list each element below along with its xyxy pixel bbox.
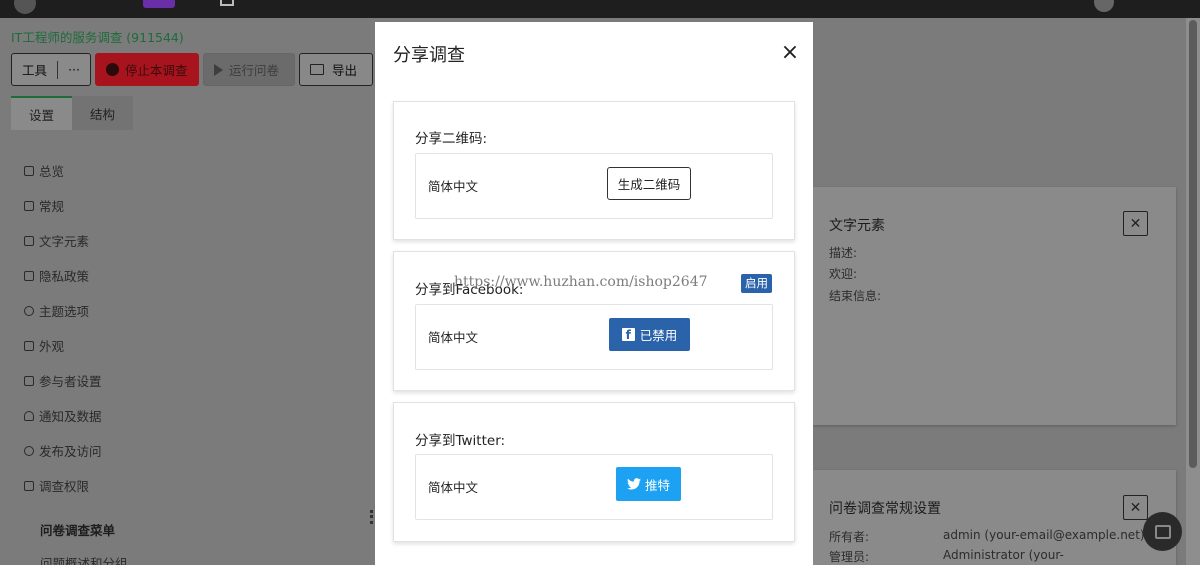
survey-title[interactable]: IT工程师的服务调查 (911544) bbox=[11, 27, 184, 46]
help-chat-button[interactable] bbox=[1143, 512, 1182, 551]
users-icon bbox=[24, 375, 34, 386]
sidebar-item-publication[interactable]: 发布及访问 bbox=[24, 441, 102, 460]
field-end-message: 结束信息: bbox=[829, 289, 882, 303]
sidebar-item-label: 文字元素 bbox=[39, 234, 90, 249]
stop-icon bbox=[106, 63, 119, 76]
chat-icon bbox=[1154, 524, 1171, 539]
generate-qr-button[interactable]: 生成二维码 bbox=[607, 167, 691, 200]
sidebar-item-label: 外观 bbox=[39, 339, 65, 354]
nav-active-indicator[interactable] bbox=[143, 0, 175, 8]
sidebar-item-text-elements[interactable]: 文字元素 bbox=[24, 231, 89, 250]
page-scrollbar[interactable] bbox=[1186, 18, 1200, 565]
sidebar-item-question-groups[interactable]: 问题概述和分组 bbox=[40, 553, 128, 565]
share-twitter-card: 分享到Twitter: 简体中文 推特 bbox=[393, 402, 795, 542]
share-facebook-row: 简体中文 f 已禁用 bbox=[415, 304, 773, 370]
enable-badge[interactable]: 启用 bbox=[741, 274, 772, 293]
sidebar-item-notifications[interactable]: 通知及数据 bbox=[24, 406, 102, 425]
sidebar-item-privacy[interactable]: 隐私政策 bbox=[24, 266, 89, 285]
twitter-share-button[interactable]: 推特 bbox=[616, 467, 681, 501]
sidebar-item-label: 总览 bbox=[39, 164, 65, 179]
tab-settings[interactable]: 设置 bbox=[11, 96, 73, 130]
sidebar-item-label: 调查权限 bbox=[39, 479, 90, 494]
bell-icon bbox=[24, 410, 34, 421]
facebook-disabled-button[interactable]: f 已禁用 bbox=[609, 318, 690, 351]
export-button[interactable]: 导出 bbox=[299, 53, 373, 86]
toolbar-divider bbox=[57, 60, 59, 79]
user-avatar[interactable] bbox=[1094, 0, 1114, 12]
run-survey-label: 运行问卷 bbox=[229, 63, 280, 78]
contrast-icon bbox=[24, 305, 34, 316]
admin-value: Administrator (your- bbox=[943, 548, 1064, 562]
sidebar-item-label: 主题选项 bbox=[39, 304, 90, 319]
sidebar-item-general[interactable]: 常规 bbox=[24, 196, 64, 215]
sidebar-item-label: 参与者设置 bbox=[39, 374, 102, 389]
play-icon bbox=[214, 63, 223, 76]
scrollbar-thumb[interactable] bbox=[1189, 20, 1197, 468]
facebook-button-label: 已禁用 bbox=[639, 328, 678, 343]
survey-menu-heading[interactable]: 问卷调查菜单 bbox=[40, 520, 115, 539]
stop-survey-button[interactable]: 停止本调查 bbox=[95, 53, 199, 86]
close-icon[interactable]: × bbox=[779, 42, 801, 64]
sidebar-item-overview[interactable]: 总览 bbox=[24, 161, 64, 180]
edit-general-settings-icon[interactable]: ✕ bbox=[1123, 495, 1148, 520]
settings-sidebar: 总览 常规 文字元素 隐私政策 主题选项 外观 参与者设置 通知及数据 发布及访… bbox=[0, 131, 375, 565]
modal-title: 分享调查 bbox=[393, 45, 465, 66]
general-settings-title: 问卷调查常规设置 bbox=[829, 501, 941, 517]
share-survey-modal: 分享调查 × 分享二维码: 简体中文 生成二维码 分享到Facebook: ht… bbox=[375, 22, 813, 565]
stop-survey-label: 停止本调查 bbox=[125, 63, 188, 78]
share-qr-heading: 分享二维码: bbox=[415, 131, 488, 147]
language-label: 简体中文 bbox=[428, 330, 479, 345]
twitter-bird-icon bbox=[626, 478, 641, 490]
tools-icon bbox=[24, 200, 34, 211]
run-survey-button[interactable]: 运行问卷 bbox=[203, 53, 295, 86]
tools-label: 工具 bbox=[22, 63, 48, 78]
text-icon bbox=[24, 235, 34, 246]
watermark-text: https://www.huzhan.com/ishop2647 bbox=[454, 274, 708, 290]
survey-toolbar: 工具 ··· 停止本调查 运行问卷 导出 bbox=[11, 53, 373, 86]
share-twitter-heading: 分享到Twitter: bbox=[415, 433, 506, 449]
settings-tabs: 设置 结构 bbox=[11, 96, 134, 130]
more-icon: ··· bbox=[68, 62, 80, 77]
resize-handle[interactable] bbox=[370, 510, 373, 524]
tab-structure[interactable]: 结构 bbox=[72, 96, 134, 130]
tools-button[interactable]: 工具 ··· bbox=[11, 53, 91, 86]
top-navbar bbox=[0, 0, 1200, 18]
list-icon bbox=[24, 165, 34, 176]
sidebar-item-label: 通知及数据 bbox=[39, 409, 102, 424]
owner-key: 所有者: bbox=[829, 530, 870, 544]
language-label: 简体中文 bbox=[428, 480, 479, 495]
owner-value: admin (your-email@example.net) bbox=[943, 528, 1145, 542]
sidebar-item-theme-options[interactable]: 主题选项 bbox=[24, 301, 89, 320]
sidebar-item-permissions[interactable]: 调查权限 bbox=[24, 476, 89, 495]
folder-icon bbox=[310, 64, 324, 75]
facebook-icon: f bbox=[621, 328, 635, 342]
sidebar-item-label: 隐私政策 bbox=[39, 269, 90, 284]
share-facebook-card: 分享到Facebook: https://www.huzhan.com/isho… bbox=[393, 251, 795, 391]
sidebar-item-label: 发布及访问 bbox=[39, 444, 102, 459]
shield-icon bbox=[24, 270, 34, 281]
field-welcome: 欢迎: bbox=[829, 267, 858, 281]
edit-text-elements-icon[interactable]: ✕ bbox=[1123, 211, 1148, 236]
sidebar-item-participants[interactable]: 参与者设置 bbox=[24, 371, 102, 390]
share-qr-row: 简体中文 生成二维码 bbox=[415, 153, 773, 219]
admin-key: 管理员: bbox=[829, 550, 870, 564]
lock-icon bbox=[24, 480, 34, 491]
nav-menu-icon[interactable] bbox=[220, 0, 234, 6]
text-elements-title: 文字元素 bbox=[829, 218, 885, 234]
share-qr-card: 分享二维码: 简体中文 生成二维码 bbox=[393, 101, 795, 240]
layout-icon bbox=[24, 340, 34, 351]
sidebar-item-appearance[interactable]: 外观 bbox=[24, 336, 64, 355]
share-twitter-row: 简体中文 推特 bbox=[415, 454, 773, 520]
language-label: 简体中文 bbox=[428, 179, 479, 194]
field-description: 描述: bbox=[829, 246, 858, 260]
export-label: 导出 bbox=[332, 63, 358, 78]
key-icon bbox=[24, 445, 34, 456]
twitter-button-label: 推特 bbox=[644, 477, 670, 493]
app-logo-icon[interactable] bbox=[14, 0, 36, 14]
sidebar-item-label: 常规 bbox=[39, 199, 65, 214]
